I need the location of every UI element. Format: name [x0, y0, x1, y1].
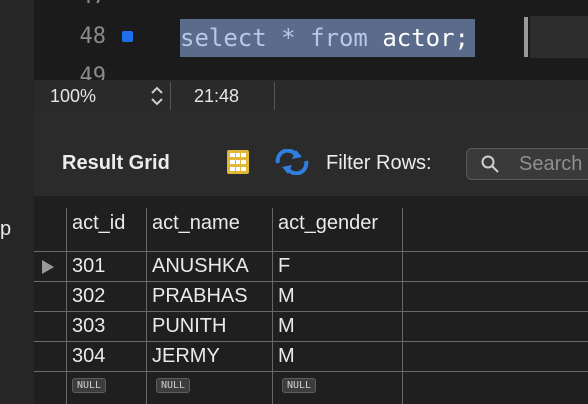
cell-act-id[interactable]: 301	[72, 255, 105, 278]
new-row[interactable]: NULL NULL NULL	[34, 372, 588, 402]
cell-act-gender[interactable]: M	[278, 345, 295, 368]
line-number-49: 49	[79, 64, 107, 80]
table-row[interactable]: 304 JERMY M	[34, 342, 588, 372]
result-grid-icon[interactable]	[226, 149, 250, 175]
cell-act-name[interactable]: PUNITH	[152, 315, 226, 338]
status-bar: 100% 21:48	[34, 80, 588, 112]
status-divider	[274, 82, 275, 110]
sql-statement[interactable]: select * from actor;	[180, 19, 476, 57]
grid-header-row: act_id act_name act_gender	[34, 208, 588, 242]
line-number-47: 47	[34, 0, 107, 9]
line-number-48: 48	[79, 24, 107, 49]
result-grid[interactable]: act_id act_name act_gender 301 ANUSHKA F…	[34, 196, 588, 404]
filter-search-input[interactable]: Search	[466, 148, 588, 180]
null-badge: NULL	[282, 378, 317, 393]
cell-act-gender[interactable]: M	[278, 315, 295, 338]
refresh-icon[interactable]	[274, 149, 310, 175]
table-row[interactable]: 301 ANUSHKA F	[34, 252, 588, 282]
cell-act-id[interactable]: 303	[72, 315, 105, 338]
cell-act-gender[interactable]: F	[278, 255, 290, 278]
column-header-act-name[interactable]: act_name	[152, 212, 240, 235]
null-badge: NULL	[72, 378, 107, 393]
current-row-icon	[42, 260, 54, 274]
sql-star: *	[281, 24, 311, 52]
table-row[interactable]: 303 PUNITH M	[34, 312, 588, 342]
cell-act-id[interactable]: 302	[72, 285, 105, 308]
sql-editor[interactable]: 47 48 49 select * from actor;	[34, 0, 588, 80]
cell-act-name[interactable]: ANUSHKA	[152, 255, 249, 278]
zoom-level: 100%	[50, 86, 97, 106]
sql-table-name: actor;	[382, 24, 470, 52]
filter-rows-label: Filter Rows:	[326, 152, 432, 174]
zoom-stepper-icon[interactable]	[149, 84, 165, 108]
result-grid-label: Result Grid	[62, 152, 170, 174]
column-header-act-gender[interactable]: act_gender	[278, 212, 378, 235]
status-divider	[170, 82, 171, 110]
sidebar-partial-label: p	[0, 218, 12, 240]
column-header-act-id[interactable]: act_id	[72, 212, 125, 235]
left-sidebar: p	[0, 0, 34, 404]
cell-act-id[interactable]: 304	[72, 345, 105, 368]
statement-marker-icon	[122, 31, 133, 42]
result-toolbar: Result Grid Filter Rows: Search	[34, 112, 588, 196]
cell-act-gender[interactable]: M	[278, 285, 295, 308]
sql-select-keyword: select	[180, 24, 282, 52]
editor-gutter-right	[530, 16, 588, 58]
text-cursor	[524, 17, 528, 57]
null-badge: NULL	[156, 378, 191, 393]
table-row[interactable]: 302 PRABHAS M	[34, 282, 588, 312]
cell-act-name[interactable]: PRABHAS	[152, 285, 248, 308]
cell-act-name[interactable]: JERMY	[152, 345, 220, 368]
sql-from-keyword: from	[310, 24, 383, 52]
search-icon	[481, 155, 499, 173]
search-placeholder: Search	[519, 153, 583, 175]
cursor-position: 21:48	[194, 86, 240, 106]
